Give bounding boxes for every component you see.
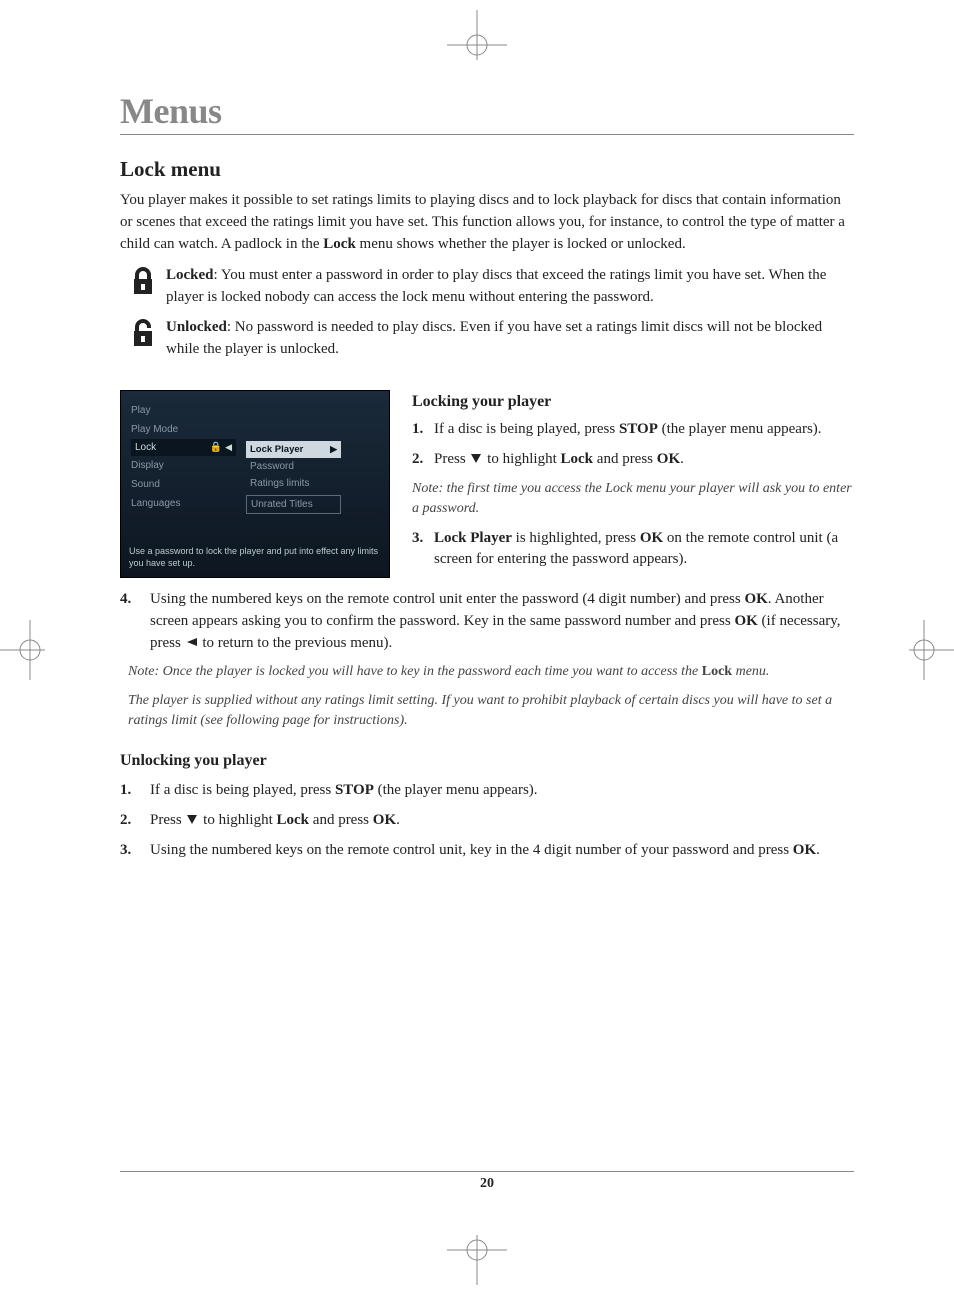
down-arrow-icon — [185, 813, 199, 825]
registration-mark-bottom — [447, 1235, 507, 1285]
left-arrow-icon — [185, 636, 199, 648]
unlocked-icon — [130, 319, 156, 349]
locking-step-1: 1. If a disc is being played, press STOP… — [412, 419, 854, 441]
step-num-4: 4. — [120, 589, 131, 611]
menu-item-playmode: Play Mode — [131, 420, 236, 439]
submenu-lock-player-label: Lock Player — [250, 444, 303, 455]
registration-mark-right — [909, 620, 954, 680]
menu-item-lock-selected: Lock 🔒 ◀ — [131, 439, 236, 456]
submenu-ratings-limits: Ratings limits — [246, 475, 341, 492]
submenu-lock-player-selected: Lock Player▶ — [246, 441, 341, 458]
locked-text: : You must enter a password in order to … — [166, 267, 826, 305]
intro-text-c: menu shows whether the player is locked … — [356, 236, 686, 252]
unlocking-step-2: 2. Press to highlight Lock and press OK. — [120, 810, 854, 832]
page-footer: 20 — [120, 1171, 854, 1192]
menu-item-play: Play — [131, 401, 236, 420]
intro-bold-lock: Lock — [323, 236, 356, 252]
note-after-step4-a: Note: Once the player is locked you will… — [120, 662, 854, 682]
unlocking-step-3: 3. Using the numbered keys on the remote… — [120, 840, 854, 862]
menu-screenshot: Play Play Mode Lock 🔒 ◀ Display Sound La… — [120, 390, 390, 578]
lock-small-icon: 🔒 ◀ — [210, 442, 232, 453]
locking-heading: Locking your player — [412, 390, 854, 413]
unlocked-row: Unlocked: No password is needed to play … — [120, 317, 854, 361]
unlocking-step-1: 1. If a disc is being played, press STOP… — [120, 780, 854, 802]
menu-item-display: Display — [131, 456, 236, 475]
locked-label: Locked — [166, 267, 214, 283]
unlocked-label: Unlocked — [166, 319, 227, 335]
page-title: Menus — [120, 90, 854, 135]
intro-paragraph: You player makes it possible to set rati… — [120, 190, 854, 255]
note-after-step4-b: The player is supplied without any ratin… — [120, 691, 854, 732]
locking-step-4: 4. Using the numbered keys on the remote… — [120, 589, 854, 654]
locking-step-2-note: Note: the first time you access the Lock… — [412, 479, 854, 520]
menu-item-languages: Languages — [131, 494, 236, 513]
registration-mark-left — [0, 620, 45, 680]
step-num-1: 1. — [412, 419, 423, 441]
locked-row: Locked: You must enter a password in ord… — [120, 265, 854, 309]
menu-item-sound: Sound — [131, 475, 236, 494]
unlocking-heading: Unlocking you player — [120, 749, 854, 772]
submenu-password: Password — [246, 458, 341, 475]
submenu-unrated-titles: Unrated Titles — [246, 495, 341, 514]
step-num-2: 2. — [412, 449, 423, 471]
locking-step-3: 3. Lock Player is highlighted, press OK … — [412, 528, 854, 572]
menu-item-lock-label: Lock — [135, 442, 156, 453]
step-num-3: 3. — [412, 528, 423, 550]
unlocked-text: : No password is needed to play discs. E… — [166, 319, 822, 357]
locking-step-2: 2. Press to highlight Lock and press OK. — [412, 449, 854, 471]
menu-caption: Use a password to lock the player and pu… — [129, 546, 381, 569]
page-number: 20 — [480, 1176, 494, 1191]
registration-mark-top — [447, 10, 507, 60]
locked-icon — [130, 267, 156, 297]
section-heading: Lock menu — [120, 157, 854, 182]
down-arrow-icon — [469, 452, 483, 464]
